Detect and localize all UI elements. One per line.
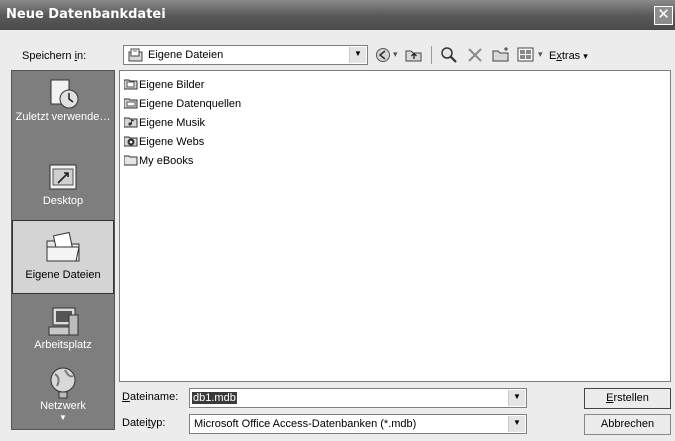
list-item[interactable]: Eigene Webs: [124, 135, 204, 151]
delete-icon[interactable]: [467, 47, 483, 63]
file-list[interactable]: Eigene Bilder Eigene Datenquellen Eigene…: [119, 70, 671, 382]
place-my-computer[interactable]: Arbeitsplatz: [12, 305, 114, 359]
up-folder-icon[interactable]: [405, 46, 423, 64]
my-computer-icon: [48, 307, 79, 336]
close-icon: ✕: [657, 6, 670, 23]
filename-label: Dateiname:: [122, 391, 179, 403]
my-documents-small-icon: [128, 48, 143, 62]
recent-documents-icon: [50, 79, 79, 109]
save-in-value: Eigene Dateien: [148, 49, 224, 61]
place-label: Desktop: [42, 195, 84, 207]
new-database-dialog: Neue Datenbankdatei ✕ Speichern in: Eige…: [0, 0, 675, 441]
back-dropdown-icon[interactable]: ▾: [393, 49, 398, 60]
chevron-down-icon[interactable]: ▼: [508, 416, 525, 432]
save-in-label: Speichern in:: [22, 50, 87, 62]
views-icon[interactable]: [517, 47, 535, 63]
chevron-down-icon[interactable]: ▼: [508, 390, 525, 406]
filetype-value: Microsoft Office Access-Datenbanken (*.m…: [194, 418, 417, 430]
close-button[interactable]: ✕: [654, 6, 673, 25]
filetype-label: Dateityp:: [122, 417, 166, 429]
extras-menu[interactable]: Extras ▾: [549, 50, 588, 62]
filetype-dropdown[interactable]: Microsoft Office Access-Datenbanken (*.m…: [189, 414, 527, 434]
chevron-down-icon[interactable]: ▼: [349, 47, 366, 63]
save-in-dropdown[interactable]: Eigene Dateien ▼: [123, 45, 368, 65]
place-label: Arbeitsplatz: [34, 339, 92, 351]
music-folder-icon: [124, 117, 138, 128]
network-icon: [50, 367, 76, 399]
back-icon[interactable]: [375, 47, 391, 63]
place-label: Netzwerk: [40, 400, 86, 412]
toolbar-separator: [431, 46, 432, 64]
list-item[interactable]: Eigene Musik: [124, 116, 205, 132]
cancel-button[interactable]: Abbrechen: [584, 414, 671, 435]
place-desktop[interactable]: Desktop: [12, 161, 114, 211]
place-label: Eigene Dateien: [25, 269, 101, 281]
place-recent[interactable]: Zuletzt verwende…: [12, 77, 114, 145]
list-item[interactable]: Eigene Bilder: [124, 78, 204, 94]
list-item[interactable]: Eigene Datenquellen: [124, 97, 241, 113]
filename-value: db1.mdb: [192, 392, 237, 404]
views-dropdown-icon[interactable]: ▾: [538, 49, 543, 60]
window-title: Neue Datenbankdatei: [6, 7, 166, 22]
place-label: Zuletzt verwende…: [15, 111, 111, 123]
more-places-icon[interactable]: ▼: [12, 413, 114, 422]
place-network[interactable]: Netzwerk ▼: [12, 366, 114, 430]
create-button[interactable]: Erstellen: [584, 388, 671, 409]
desktop-icon: [49, 164, 77, 190]
extras-dropdown-icon: ▾: [583, 51, 588, 61]
places-bar: Zuletzt verwende… Desktop Eigene Dateien: [11, 70, 115, 430]
filename-input[interactable]: db1.mdb ▼: [189, 388, 527, 408]
data-sources-folder-icon: [124, 98, 138, 109]
new-folder-icon[interactable]: [492, 46, 510, 64]
list-item[interactable]: My eBooks: [124, 154, 193, 170]
search-web-icon[interactable]: [440, 46, 458, 64]
folder-icon: [124, 155, 138, 166]
title-bar: Neue Datenbankdatei ✕: [0, 0, 675, 30]
place-my-documents[interactable]: Eigene Dateien: [12, 220, 114, 294]
my-documents-icon: [46, 231, 80, 262]
webs-folder-icon: [124, 136, 138, 147]
pictures-folder-icon: [124, 79, 138, 90]
